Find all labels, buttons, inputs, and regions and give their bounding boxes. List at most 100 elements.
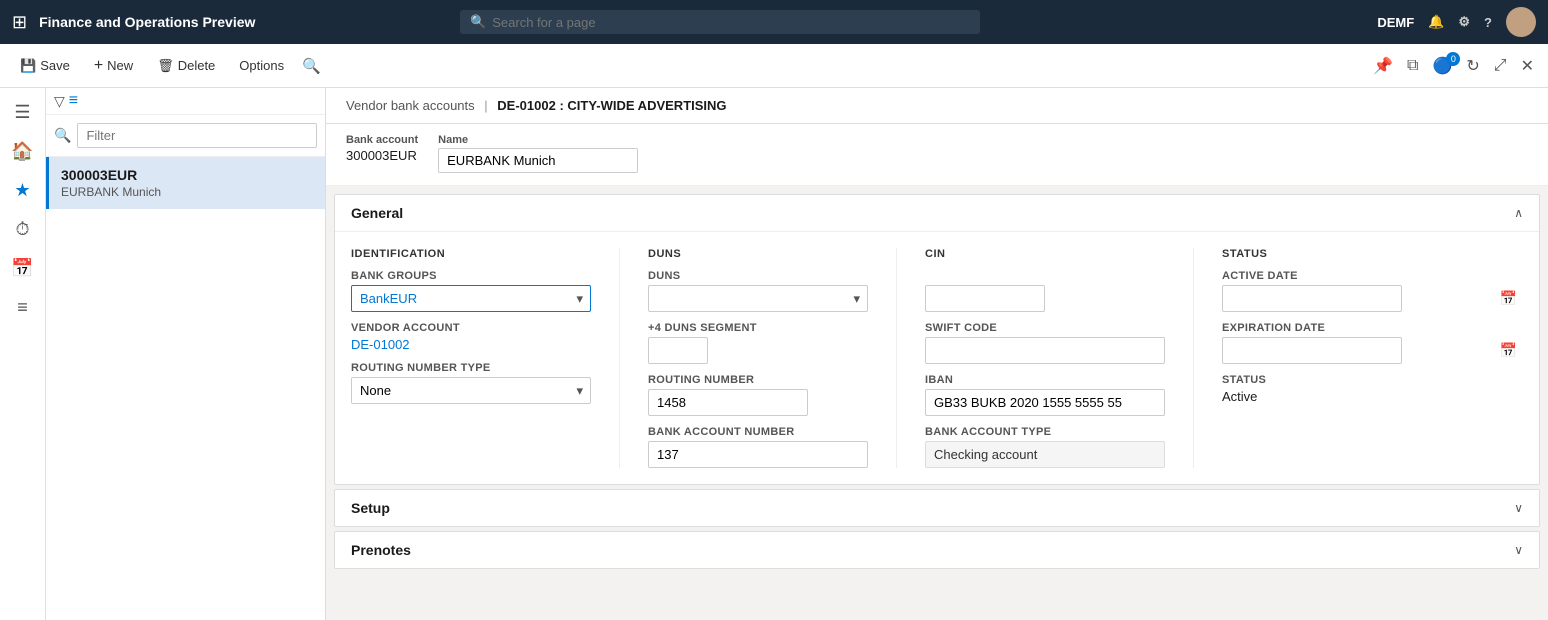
breadcrumb-parent[interactable]: Vendor bank accounts	[346, 98, 475, 113]
iban-field: IBAN	[925, 374, 1165, 416]
close-icon[interactable]: ✕	[1517, 52, 1538, 80]
iban-label: IBAN	[925, 374, 1165, 386]
bank-account-value: 300003EUR	[346, 148, 418, 163]
active-date-input[interactable]	[1222, 285, 1402, 312]
bank-account-label: Bank account	[346, 134, 418, 146]
refresh-icon[interactable]: ↻	[1462, 52, 1483, 80]
iban-input[interactable]	[925, 389, 1165, 416]
recent-icon[interactable]: ⏱	[9, 213, 35, 246]
home-icon[interactable]: 🏠	[5, 135, 39, 168]
bell-icon[interactable]: 🔔	[1428, 14, 1444, 30]
bank-account-type-field: Bank account type Checking account	[925, 426, 1165, 468]
bank-groups-label: Bank groups	[351, 270, 591, 282]
name-label: Name	[438, 134, 638, 146]
general-section-title: General	[351, 205, 403, 221]
routing-number-input[interactable]	[648, 389, 808, 416]
vendor-account-link[interactable]: DE-01002	[351, 337, 410, 352]
list-item-subtitle: EURBANK Munich	[61, 185, 313, 199]
identification-col: IDENTIFICATION Bank groups BankEUR Vendo…	[351, 248, 611, 468]
setup-section: Setup ∨	[334, 489, 1540, 527]
search-bar[interactable]: 🔍	[460, 10, 980, 34]
active-date-wrap: 📅	[1222, 285, 1523, 312]
duns4-input[interactable]	[648, 337, 708, 364]
avatar[interactable]	[1506, 7, 1536, 37]
new-icon: +	[94, 57, 103, 75]
general-section-header[interactable]: General ∧	[335, 195, 1539, 232]
bank-account-type-value: Checking account	[925, 441, 1165, 468]
nav-right: DEMF 🔔 ⚙ ?	[1377, 7, 1536, 37]
toolbar-right: 📌 ⧉ 🔵 0 ↻ ⤢ ✕	[1369, 52, 1538, 80]
options-button[interactable]: Options	[229, 54, 294, 77]
gear-icon[interactable]: ⚙	[1458, 14, 1470, 30]
search-input[interactable]	[492, 15, 970, 30]
status-value: Active	[1222, 389, 1523, 404]
duns-heading: DUNS	[648, 248, 868, 260]
expiration-date-input[interactable]	[1222, 337, 1402, 364]
search-icon: 🔍	[470, 14, 486, 30]
cin-input[interactable]	[925, 285, 1045, 312]
list-filter-icon[interactable]: ▽	[54, 93, 65, 110]
expand-icon[interactable]: ⤢	[1490, 53, 1511, 79]
workspaces-icon[interactable]: 📅	[5, 252, 39, 285]
save-button[interactable]: 💾 Save	[10, 54, 80, 78]
prenotes-chevron-icon: ∨	[1514, 543, 1523, 557]
side-icons: ☰ 🏠 ★ ⏱ 📅 ≡	[0, 88, 46, 620]
bank-groups-select-wrap: BankEUR	[351, 285, 591, 312]
name-input[interactable]	[438, 148, 638, 173]
prenotes-section-header[interactable]: Prenotes ∨	[335, 532, 1539, 568]
vendor-account-field: Vendor account DE-01002	[351, 322, 591, 352]
modules-icon[interactable]: ≡	[11, 291, 34, 324]
prenotes-section: Prenotes ∨	[334, 531, 1540, 569]
expiration-date-calendar-icon[interactable]: 📅	[1500, 342, 1517, 359]
split-icon[interactable]: ⧉	[1403, 53, 1422, 79]
setup-section-header[interactable]: Setup ∨	[335, 490, 1539, 526]
routing-type-select[interactable]: None ABA SWIFT	[351, 377, 591, 404]
bank-account-field-group: Bank account 300003EUR	[346, 134, 418, 163]
duns-select[interactable]	[648, 285, 868, 312]
list-item[interactable]: 300003EUR EURBANK Munich	[46, 157, 325, 209]
setup-section-title: Setup	[351, 500, 390, 516]
breadcrumb-current: DE-01002 : CITY-WIDE ADVERTISING	[497, 98, 726, 113]
general-section-body: IDENTIFICATION Bank groups BankEUR Vendo…	[335, 232, 1539, 484]
user-label: DEMF	[1377, 15, 1414, 30]
toolbar: 💾 Save + New 🗑 Delete Options 🔍 📌 ⧉ 🔵 0 …	[0, 44, 1548, 88]
general-form-grid: IDENTIFICATION Bank groups BankEUR Vendo…	[351, 248, 1523, 468]
status-col: STATUS Active date 📅 Expiration date	[1202, 248, 1523, 468]
prenotes-section-title: Prenotes	[351, 542, 411, 558]
list-item-title: 300003EUR	[61, 167, 313, 183]
active-date-calendar-icon[interactable]: 📅	[1500, 290, 1517, 307]
toolbar-search-icon[interactable]: 🔍	[298, 53, 325, 79]
routing-number-type-field: Routing number type None ABA SWIFT	[351, 362, 591, 404]
help-icon[interactable]: ?	[1484, 15, 1492, 30]
duns-field: DUNS	[648, 270, 868, 312]
expiration-date-field: Expiration date 📅	[1222, 322, 1523, 364]
general-chevron-icon: ∧	[1514, 206, 1523, 220]
delete-button[interactable]: 🗑 Delete	[147, 54, 225, 78]
swift-input[interactable]	[925, 337, 1165, 364]
list-filter-bar: 🔍	[46, 115, 325, 157]
bank-account-type-label: Bank account type	[925, 426, 1165, 438]
app-title: Finance and Operations Preview	[39, 14, 255, 30]
identification-heading: IDENTIFICATION	[351, 248, 591, 260]
filter-search-icon: 🔍	[54, 127, 71, 144]
bank-account-number-field: Bank account number	[648, 426, 868, 468]
duns4-label: +4 DUNS segment	[648, 322, 868, 334]
favorites-icon[interactable]: ★	[8, 174, 36, 207]
grid-icon[interactable]: ⊞	[12, 12, 27, 33]
bank-groups-select[interactable]: BankEUR	[351, 285, 591, 312]
sidebar-toggle-icon[interactable]: ☰	[8, 96, 36, 129]
top-nav: ⊞ Finance and Operations Preview 🔍 DEMF …	[0, 0, 1548, 44]
delete-icon: 🗑	[157, 58, 174, 74]
name-field-group: Name	[438, 134, 638, 173]
status-label: Status	[1222, 374, 1523, 386]
duns-label: DUNS	[648, 270, 868, 282]
new-button[interactable]: + New	[84, 53, 143, 79]
notification-badge[interactable]: 🔵 0	[1428, 56, 1456, 76]
status-field: Status Active	[1222, 374, 1523, 404]
pinned-icon[interactable]: 📌	[1369, 52, 1397, 80]
list-view-icon[interactable]: ≡	[69, 92, 78, 110]
bank-account-number-input[interactable]	[648, 441, 868, 468]
filter-input[interactable]	[77, 123, 317, 148]
main-layout: ☰ 🏠 ★ ⏱ 📅 ≡ ▽ ≡ 🔍 300003EUR EURBANK Muni…	[0, 88, 1548, 620]
content-header: Vendor bank accounts | DE-01002 : CITY-W…	[326, 88, 1548, 124]
